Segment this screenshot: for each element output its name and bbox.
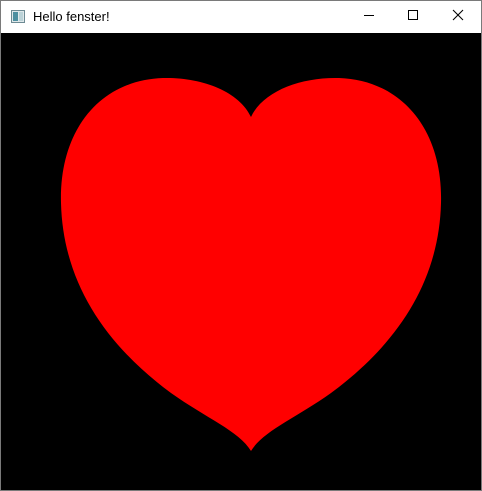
drawing-canvas[interactable] (1, 33, 481, 490)
window-title: Hello fenster! (33, 9, 110, 24)
heart-graphic (60, 77, 442, 451)
maximize-button[interactable] (390, 1, 436, 33)
app-window: Hello fenster! (0, 0, 482, 491)
maximize-icon (407, 8, 419, 26)
close-icon (452, 8, 464, 26)
minimize-button[interactable] (346, 1, 392, 33)
heart-shape (60, 77, 442, 451)
minimize-icon (363, 8, 375, 26)
close-button[interactable] (435, 1, 481, 33)
app-window-icon (11, 10, 25, 23)
title-bar[interactable]: Hello fenster! (1, 1, 481, 33)
